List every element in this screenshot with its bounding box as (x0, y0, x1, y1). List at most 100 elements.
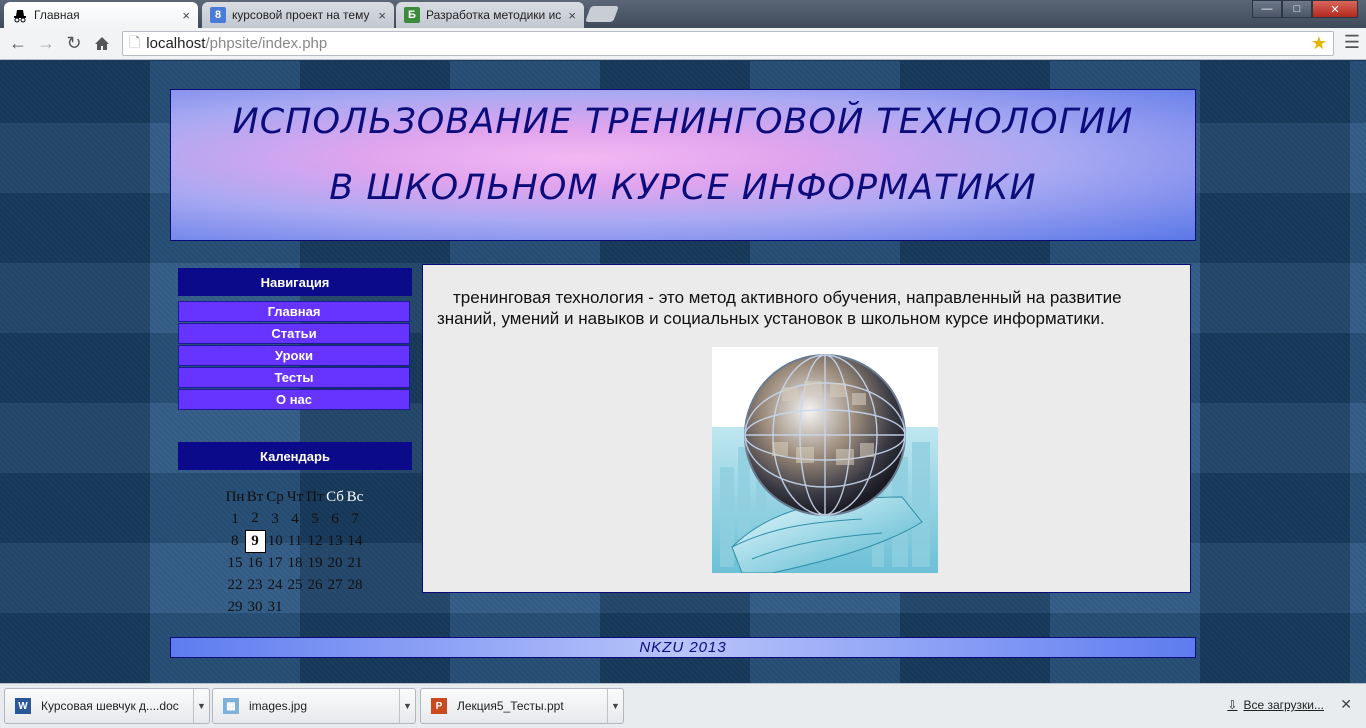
all-downloads-label: Все загрузки... (1243, 698, 1324, 712)
calendar-day: 16 (247, 554, 263, 571)
tab-strip: Главная × 8 курсовой проект на тему × Б … (0, 0, 1366, 28)
image-file-icon: ▦ (223, 698, 239, 714)
nav-item-about[interactable]: О нас (178, 389, 410, 410)
close-downloads-icon[interactable]: ✕ (1340, 696, 1352, 713)
tab-method[interactable]: Б Разработка методики исп × (396, 2, 584, 28)
tab-close-icon[interactable]: × (378, 8, 386, 23)
calendar-day (345, 596, 365, 618)
calendar-day: 3 (271, 510, 279, 527)
site-footer: NKZU 2013 (170, 637, 1196, 658)
calendar-day: 14 (347, 532, 363, 549)
tab-title: Главная (34, 8, 80, 22)
calendar: Пн Вт Ср Чт Пт Сб Вс 1 2 3 4 5 6 7 8 9 1… (225, 486, 366, 618)
tab-title: Разработка методики исп (426, 8, 563, 22)
tab-home[interactable]: Главная × (4, 2, 198, 28)
calendar-day: 10 (267, 532, 283, 549)
nav-item-tests[interactable]: Тесты (178, 367, 410, 388)
b-icon: Б (404, 7, 420, 23)
main-content: тренинговая технология - это метод актив… (422, 264, 1191, 593)
weekday-label: Сб (326, 488, 344, 505)
tab-close-icon[interactable]: × (568, 8, 576, 23)
new-tab-button[interactable] (585, 6, 619, 22)
nav-item-home[interactable]: Главная (178, 301, 410, 322)
nav-menu: Главная Статьи Уроки Тесты О нас (178, 301, 410, 410)
tab-google[interactable]: 8 курсовой проект на тему × (202, 2, 394, 28)
weekday-label: Чт (286, 488, 304, 505)
nav-item-lessons[interactable]: Уроки (178, 345, 410, 366)
calendar-day: 31 (267, 598, 283, 615)
home-icon[interactable] (88, 30, 116, 58)
minimize-icon[interactable]: — (1252, 0, 1282, 18)
calendar-day: 5 (311, 510, 319, 527)
maximize-icon[interactable]: □ (1282, 0, 1312, 18)
header-title-line1: ИСПОЛЬЗОВАНИЕ ТРЕНИНГОВОЙ ТЕХНОЛОГИИ (232, 102, 1134, 142)
calendar-day: 13 (327, 532, 343, 549)
spy-icon (12, 7, 28, 23)
browser-toolbar: ← → ↻ 🗋 localhost/phpsite/index.php ★ ☰ (0, 28, 1366, 60)
calendar-day: 28 (347, 576, 363, 593)
calendar-day: 8 (231, 532, 239, 549)
bookmark-star-icon[interactable]: ★ (1311, 33, 1327, 54)
reload-icon[interactable]: ↻ (60, 30, 88, 58)
menu-icon[interactable]: ☰ (1344, 32, 1360, 53)
calendar-weekday-row: Пн Вт Ср Чт Пт Сб Вс (225, 486, 365, 508)
calendar-day: 22 (227, 576, 243, 593)
calendar-week-row: 15 16 17 18 19 20 21 (225, 552, 365, 574)
chevron-down-icon[interactable]: ▼ (399, 689, 415, 723)
calendar-week-row: 8 9 10 11 12 13 14 (225, 529, 365, 553)
calendar-day: 27 (327, 576, 343, 593)
web-page: ИСПОЛЬЗОВАНИЕ ТРЕНИНГОВОЙ ТЕХНОЛОГИИ В Ш… (0, 61, 1366, 683)
address-bar[interactable]: 🗋 localhost/phpsite/index.php ★ (122, 31, 1334, 56)
all-downloads-link[interactable]: ⇩ Все загрузки... (1227, 698, 1324, 712)
calendar-day: 2 (251, 510, 259, 527)
download-arrow-icon: ⇩ (1227, 698, 1238, 712)
forward-icon[interactable]: → (32, 30, 60, 58)
calendar-day (305, 596, 325, 618)
calendar-day: 4 (291, 510, 299, 527)
url-path: /phpsite/index.php (205, 35, 328, 52)
download-item[interactable]: W Курсовая шевчук д....doc ▼ (4, 688, 210, 724)
calendar-week-row: 22 23 24 25 26 27 28 (225, 574, 365, 596)
calendar-day: 24 (267, 576, 283, 593)
page-icon: 🗋 (129, 33, 141, 50)
download-item[interactable]: P Лекция5_Тесты.ppt ▼ (420, 688, 624, 724)
back-icon[interactable]: ← (4, 30, 32, 58)
weekday-label: Ср (266, 488, 284, 505)
calendar-day: 20 (327, 554, 343, 571)
window-controls: — □ ✕ (1252, 0, 1358, 18)
download-filename: Курсовая шевчук д....doc (41, 699, 179, 713)
close-window-icon[interactable]: ✕ (1312, 0, 1358, 18)
ppt-file-icon: P (431, 698, 447, 714)
calendar-week-row: 29 30 31 (225, 596, 365, 618)
calendar-day (285, 596, 305, 618)
google-icon: 8 (210, 7, 226, 23)
content-paragraph: тренинговая технология - это метод актив… (437, 288, 1122, 328)
site-header: ИСПОЛЬЗОВАНИЕ ТРЕНИНГОВОЙ ТЕХНОЛОГИИ В Ш… (170, 89, 1196, 241)
chevron-down-icon[interactable]: ▼ (607, 689, 623, 723)
sidebar: Навигация Главная Статьи Уроки Тесты О н… (178, 268, 412, 470)
calendar-day: 11 (287, 532, 303, 549)
calendar-day: 7 (351, 510, 359, 527)
calendar-day (325, 596, 345, 618)
word-doc-icon: W (15, 698, 31, 714)
calendar-day: 12 (307, 532, 323, 549)
calendar-week-row: 1 2 3 4 5 6 7 (225, 508, 365, 530)
calendar-day: 26 (307, 576, 323, 593)
calendar-day: 17 (267, 554, 283, 571)
tab-close-icon[interactable]: × (182, 8, 190, 23)
header-title-line2: В ШКОЛЬНОМ КУРСЕ ИНФОРМАТИКИ (329, 168, 1037, 208)
tab-title: курсовой проект на тему (232, 8, 370, 22)
calendar-day: 21 (347, 554, 363, 571)
nav-title: Навигация (178, 268, 412, 296)
globe-hand-image (712, 347, 938, 573)
downloads-bar: W Курсовая шевчук д....doc ▼ ▦ images.jp… (0, 683, 1366, 728)
nav-item-articles[interactable]: Статьи (178, 323, 410, 344)
download-filename: images.jpg (249, 699, 308, 713)
chevron-down-icon[interactable]: ▼ (193, 689, 209, 723)
calendar-day: 30 (247, 598, 263, 615)
calendar-day: 15 (227, 554, 243, 571)
download-filename: Лекция5_Тесты.ppt (457, 699, 564, 713)
calendar-day: 19 (307, 554, 323, 571)
calendar-day: 18 (287, 554, 303, 571)
download-item[interactable]: ▦ images.jpg ▼ (212, 688, 416, 724)
